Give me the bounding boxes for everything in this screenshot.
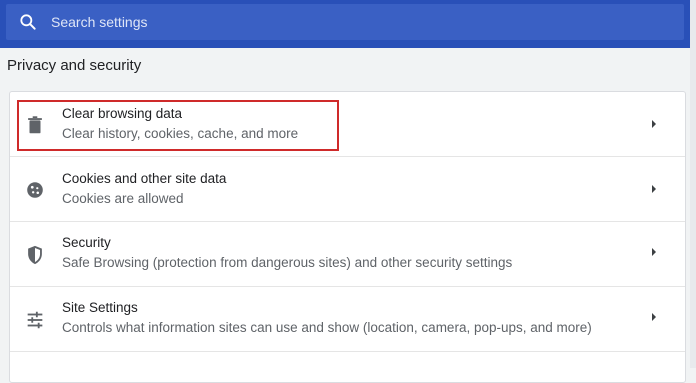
chevron-right-icon: [652, 120, 656, 128]
divider: [10, 351, 685, 352]
search-input[interactable]: [51, 14, 611, 30]
security-row[interactable]: Security Safe Browsing (protection from …: [10, 222, 685, 286]
row-description: Safe Browsing (protection from dangerous…: [62, 255, 513, 270]
cookie-icon: [27, 182, 43, 198]
search-icon[interactable]: [18, 12, 38, 32]
row-description: Controls what information sites can use …: [62, 320, 592, 335]
clear-browsing-data-row[interactable]: Clear browsing data Clear history, cooki…: [10, 92, 685, 156]
chevron-right-icon: [652, 313, 656, 321]
row-title: Cookies and other site data: [62, 171, 227, 186]
chevron-right-icon: [652, 185, 656, 193]
site-settings-row[interactable]: Site Settings Controls what information …: [10, 287, 685, 351]
row-description: Cookies are allowed: [62, 191, 184, 206]
section-title: Privacy and security: [7, 57, 142, 74]
cookies-row[interactable]: Cookies and other site data Cookies are …: [10, 157, 685, 221]
tune-sliders-icon: [27, 311, 43, 329]
shield-icon: [28, 245, 42, 265]
trash-icon: [28, 116, 42, 134]
row-description: Clear history, cookies, cache, and more: [62, 126, 299, 141]
scrollbar-track[interactable]: [690, 0, 696, 368]
row-title: Clear browsing data: [62, 106, 183, 121]
privacy-settings-card: Clear browsing data Clear history, cooki…: [9, 91, 686, 383]
chevron-right-icon: [652, 248, 656, 256]
row-title: Site Settings: [62, 300, 138, 315]
search-box[interactable]: [6, 4, 684, 40]
top-bar: [0, 0, 696, 48]
row-title: Security: [62, 235, 111, 250]
